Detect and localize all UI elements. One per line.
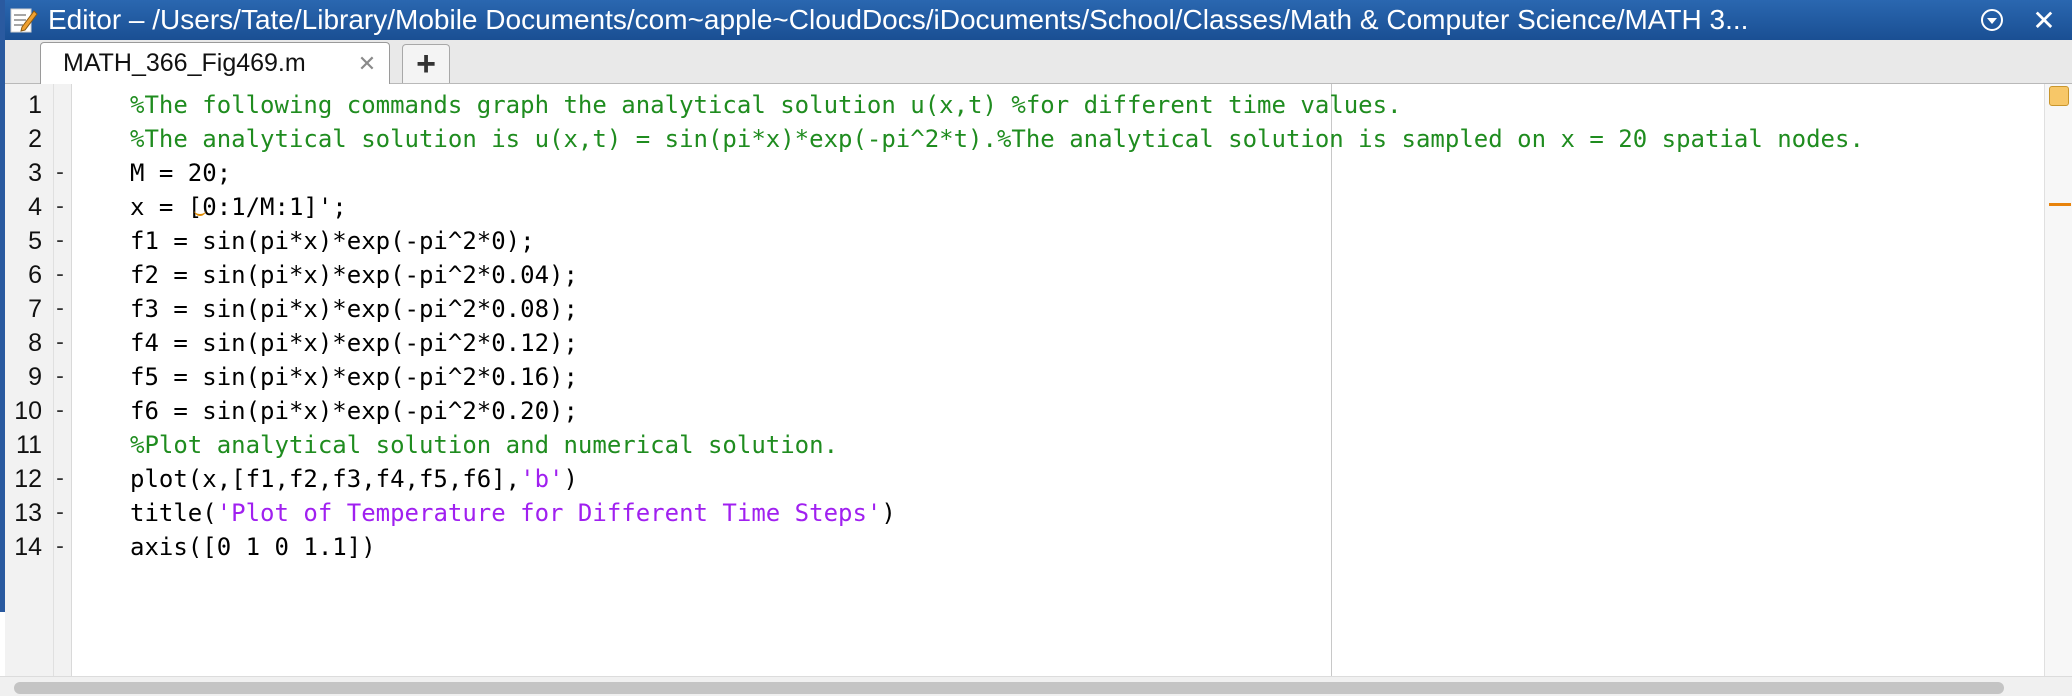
line-number: 4	[28, 193, 42, 221]
breakpoint-marker[interactable]: -	[52, 360, 68, 394]
code-token: f5 = sin(pi*x)*exp(-pi^2*0.16);	[130, 363, 578, 391]
code-text[interactable]: %Plot analytical solution and numerical …	[130, 428, 838, 462]
line-number: 2	[28, 125, 42, 153]
code-text[interactable]: axis([0 1 0 1.1])	[130, 530, 376, 564]
breakpoint-marker[interactable]: -	[52, 462, 68, 496]
code-line[interactable]: 2 %The analytical solution is u(x,t) = si…	[0, 122, 2072, 156]
code-token: )	[563, 465, 578, 493]
code-token: plot(x,[f1,f2,f3,f4,f5,f6],	[130, 465, 521, 493]
breakpoint-marker[interactable]: -	[52, 292, 68, 326]
code-text[interactable]: %The following commands graph the analyt…	[130, 88, 1402, 122]
code-text[interactable]: x = [0:1/M:1]';	[130, 190, 347, 224]
window-title: Editor – /Users/Tate/Library/Mobile Docu…	[48, 4, 1749, 35]
line-number: 12	[14, 465, 42, 493]
breakpoint-marker[interactable]: -	[52, 496, 68, 530]
code-token: f3 = sin(pi*x)*exp(-pi^2*0.08);	[130, 295, 578, 323]
code-token: axis([0 1 0 1.1])	[130, 533, 376, 561]
code-text[interactable]: f1 = sin(pi*x)*exp(-pi^2*0);	[130, 224, 535, 258]
code-comment: %The analytical solution is u(x,t) = sin…	[130, 125, 1864, 153]
breakpoint-marker[interactable]: -	[52, 190, 68, 224]
line-number: 13	[14, 499, 42, 527]
code-text[interactable]: title('Plot of Temperature for Different…	[130, 496, 896, 530]
code-text[interactable]: f2 = sin(pi*x)*exp(-pi^2*0.04);	[130, 258, 578, 292]
chevron-circle-down-icon[interactable]	[1975, 0, 2009, 40]
editor-app-icon	[6, 3, 40, 37]
breakpoint-marker[interactable]: -	[52, 326, 68, 360]
code-token: f6 = sin(pi*x)*exp(-pi^2*0.20);	[130, 397, 578, 425]
code-text[interactable]: f4 = sin(pi*x)*exp(-pi^2*0.12);	[130, 326, 578, 360]
warning-status-icon[interactable]	[2049, 86, 2069, 106]
horizontal-scrollbar[interactable]	[0, 676, 2072, 696]
line-number: 1	[28, 91, 42, 119]
breakpoint-marker[interactable]: -	[52, 224, 68, 258]
window-left-edge	[0, 0, 5, 612]
line-number: 8	[28, 329, 42, 357]
code-token: M = 20;	[130, 159, 232, 187]
line-number: 6	[28, 261, 42, 289]
code-text[interactable]: M = 20;	[130, 156, 231, 190]
code-token: title(	[130, 499, 217, 527]
code-string: 'Plot of Temperature for Different Time …	[216, 499, 882, 527]
code-text[interactable]: f6 = sin(pi*x)*exp(-pi^2*0.20);	[130, 394, 578, 428]
code-line[interactable]: 13- title('Plot of Temperature for Differ…	[0, 496, 2072, 530]
warning-marker[interactable]	[2049, 203, 2071, 206]
title-bar: Editor – /Users/Tate/Library/Mobile Docu…	[0, 0, 2072, 40]
line-number: 7	[28, 295, 42, 323]
code-line[interactable]: 3- M = 20;	[0, 156, 2072, 190]
line-number: 5	[28, 227, 42, 255]
line-number: 14	[14, 533, 42, 561]
code-token: f4 = sin(pi*x)*exp(-pi^2*0.12);	[130, 329, 578, 357]
code-line[interactable]: 1 %The following commands graph the analy…	[0, 88, 2072, 122]
scrollbar-thumb[interactable]	[14, 682, 2004, 694]
code-text[interactable]: f5 = sin(pi*x)*exp(-pi^2*0.16);	[130, 360, 578, 394]
breakpoint-marker[interactable]: -	[52, 156, 68, 190]
code-text[interactable]: plot(x,[f1,f2,f3,f4,f5,f6],'b')	[130, 462, 578, 496]
add-tab-button[interactable]: +	[402, 44, 450, 83]
code-line[interactable]: 6- f2 = sin(pi*x)*exp(-pi^2*0.04);	[0, 258, 2072, 292]
code-token: )	[881, 499, 896, 527]
code-line[interactable]: 7- f3 = sin(pi*x)*exp(-pi^2*0.08);	[0, 292, 2072, 326]
close-window-button[interactable]: ✕	[2027, 0, 2061, 40]
code-editor[interactable]: 1 %The following commands graph the analy…	[0, 84, 2072, 676]
code-line[interactable]: 11 %Plot analytical solution and numerica…	[0, 428, 2072, 462]
line-number: 10	[14, 397, 42, 425]
line-number: 9	[28, 363, 42, 391]
line-number: 11	[16, 431, 42, 459]
breakpoint-marker[interactable]: -	[52, 530, 68, 564]
tab-strip: MATH_366_Fig469.m ✕ +	[0, 40, 2072, 118]
code-line[interactable]: 4- x = [0:1/M:1]';	[0, 190, 2072, 224]
code-token: f1 = sin(pi*x)*exp(-pi^2*0);	[130, 227, 535, 255]
code-line[interactable]: 12- plot(x,[f1,f2,f3,f4,f5,f6],'b')	[0, 462, 2072, 496]
tab-label: MATH_366_Fig469.m	[63, 49, 306, 77]
code-comment: %The following commands graph the analyt…	[130, 91, 1402, 119]
line-number: 3	[28, 159, 42, 187]
code-comment: %Plot analytical solution and numerical …	[130, 431, 839, 459]
code-line[interactable]: 14- axis([0 1 0 1.1])	[0, 530, 2072, 564]
breakpoint-marker[interactable]: -	[52, 394, 68, 428]
analyzer-marker-bar	[2044, 84, 2072, 676]
tab-math-366-fig469[interactable]: MATH_366_Fig469.m ✕	[40, 42, 390, 84]
code-text[interactable]: f3 = sin(pi*x)*exp(-pi^2*0.08);	[130, 292, 578, 326]
code-string: 'b'	[520, 465, 564, 493]
code-line[interactable]: 8- f4 = sin(pi*x)*exp(-pi^2*0.12);	[0, 326, 2072, 360]
code-line[interactable]: 10- f6 = sin(pi*x)*exp(-pi^2*0.20);	[0, 394, 2072, 428]
code-text[interactable]: %The analytical solution is u(x,t) = sin…	[130, 122, 1864, 156]
breakpoint-marker[interactable]: -	[52, 258, 68, 292]
code-token: f2 = sin(pi*x)*exp(-pi^2*0.04);	[130, 261, 578, 289]
code-line[interactable]: 9- f5 = sin(pi*x)*exp(-pi^2*0.16);	[0, 360, 2072, 394]
close-tab-icon[interactable]: ✕	[353, 51, 381, 77]
code-line[interactable]: 5- f1 = sin(pi*x)*exp(-pi^2*0);	[0, 224, 2072, 258]
code-token: x = [0:1/M:1]';	[130, 193, 347, 221]
editor-window: Editor – /Users/Tate/Library/Mobile Docu…	[0, 0, 2072, 696]
